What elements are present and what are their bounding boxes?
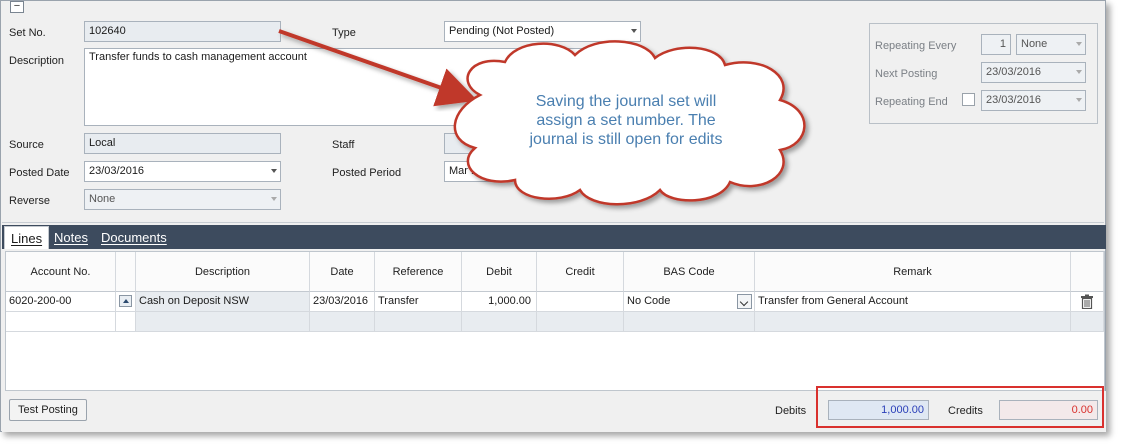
table-row-new-debit[interactable] <box>462 312 537 332</box>
chevron-down-icon[interactable] <box>737 294 752 309</box>
tab-bar: Lines Notes Documents <box>2 225 1106 249</box>
callout-line-1: Saving the journal set will <box>535 93 717 110</box>
description-value: Transfer funds to cash management accoun… <box>89 51 307 63</box>
collapse-icon[interactable]: − <box>10 1 24 13</box>
journal-lines-grid: Account No. Description Date Reference D… <box>5 251 1105 391</box>
table-row-new-description[interactable] <box>136 312 310 332</box>
column-header-reference[interactable]: Reference <box>375 252 462 292</box>
set-no-field[interactable]: 102640 <box>84 21 281 42</box>
posted-date-label: Posted Date <box>9 167 70 179</box>
table-row-new-account[interactable] <box>6 312 116 332</box>
bas-code-value: No Code <box>627 295 671 307</box>
table-row-new-date[interactable] <box>310 312 375 332</box>
table-row-new-reference[interactable] <box>375 312 462 332</box>
source-value: Local <box>89 137 116 149</box>
chevron-down-icon <box>631 29 637 33</box>
next-posting-picker[interactable]: 23/03/2016 <box>981 62 1086 83</box>
set-no-label: Set No. <box>9 27 46 39</box>
repeating-end-value: 23/03/2016 <box>986 94 1042 106</box>
debits-label: Debits <box>775 405 807 417</box>
repeating-every-label: Repeating Every <box>875 40 957 52</box>
type-value: Pending (Not Posted) <box>449 25 555 37</box>
callout-line-2: assign a set number. The <box>536 112 716 129</box>
posted-period-dropdown[interactable]: Mar 16 <box>444 161 504 182</box>
callout-line-3: journal is still open for edits <box>529 131 723 148</box>
table-row-account[interactable]: 6020-200-00 <box>6 292 116 312</box>
description-label: Description <box>9 55 65 67</box>
set-no-value: 102640 <box>89 25 126 37</box>
posted-date-value: 23/03/2016 <box>89 165 145 177</box>
source-label: Source <box>9 139 44 151</box>
next-posting-label: Next Posting <box>875 68 938 80</box>
table-row-debit[interactable]: 1,000.00 <box>462 292 537 312</box>
staff-label: Staff <box>332 139 355 151</box>
table-row-bas-code[interactable]: No Code <box>624 292 755 312</box>
column-header-spacer <box>116 252 136 292</box>
repeating-end-checkbox[interactable] <box>962 93 975 106</box>
posted-period-label: Posted Period <box>332 167 402 179</box>
posted-period-value: Mar 16 <box>449 165 484 177</box>
table-row-expand <box>116 292 136 312</box>
tab-documents[interactable]: Documents <box>95 226 173 249</box>
repeating-end-picker[interactable]: 23/03/2016 <box>981 90 1086 111</box>
column-header-credit[interactable]: Credit <box>537 252 624 292</box>
callout-text: Saving the journal set will assign a set… <box>486 92 766 149</box>
table-row-reference[interactable]: Transfer <box>375 292 462 312</box>
journal-window: − Set No. 102640 Type Pending (Not Poste… <box>0 0 1106 432</box>
column-header-remark[interactable]: Remark <box>755 252 1071 292</box>
reverse-value: None <box>89 193 116 205</box>
type-dropdown[interactable]: Pending (Not Posted) <box>444 21 641 42</box>
chevron-down-icon <box>1076 42 1082 46</box>
table-row-new-bas-code[interactable] <box>624 312 755 332</box>
table-row-new-remark[interactable] <box>755 312 1071 332</box>
table-row-date[interactable]: 23/03/2016 <box>310 292 375 312</box>
chevron-down-icon <box>1076 98 1082 102</box>
posted-date-picker[interactable]: 23/03/2016 <box>84 161 281 182</box>
reverse-dropdown[interactable]: None <box>84 189 281 210</box>
tab-lines[interactable]: Lines <box>4 226 50 249</box>
column-header-debit[interactable]: Debit <box>462 252 537 292</box>
chevron-up-icon[interactable] <box>119 295 132 307</box>
repeating-every-count[interactable]: 1 <box>981 34 1011 55</box>
tab-notes[interactable]: Notes <box>48 226 94 249</box>
table-row-description[interactable]: Cash on Deposit NSW <box>136 292 310 312</box>
column-header-bas-code[interactable]: BAS Code <box>624 252 755 292</box>
repeating-every-count-value: 1 <box>999 38 1006 50</box>
table-row-credit[interactable] <box>537 292 624 312</box>
totals-highlight-box <box>816 386 1104 428</box>
chevron-down-icon <box>271 169 277 173</box>
repeating-every-unit-value: None <box>1021 38 1048 50</box>
chevron-down-icon <box>1076 70 1082 74</box>
source-field: Local <box>84 133 281 154</box>
repeating-every-unit-dropdown[interactable]: None <box>1016 34 1086 55</box>
table-row-actions <box>1071 292 1104 312</box>
column-header-account[interactable]: Account No. <box>6 252 116 292</box>
column-header-actions <box>1071 252 1104 292</box>
chevron-down-icon <box>271 197 277 201</box>
column-header-date[interactable]: Date <box>310 252 375 292</box>
table-row-new-expand <box>116 312 136 332</box>
type-label: Type <box>332 27 356 39</box>
table-row-new-credit[interactable] <box>537 312 624 332</box>
trash-icon[interactable] <box>1080 294 1094 309</box>
next-posting-value: 23/03/2016 <box>986 66 1042 78</box>
repeating-group: Repeating Every 1 None Next Posting 23/0… <box>869 23 1098 124</box>
test-posting-button[interactable]: Test Posting <box>9 399 87 421</box>
table-row-remark[interactable]: Transfer from General Account <box>755 292 1071 312</box>
column-header-description[interactable]: Description <box>136 252 310 292</box>
repeating-end-label: Repeating End <box>875 96 948 108</box>
table-row-new-actions <box>1071 312 1104 332</box>
reverse-label: Reverse <box>9 195 50 207</box>
